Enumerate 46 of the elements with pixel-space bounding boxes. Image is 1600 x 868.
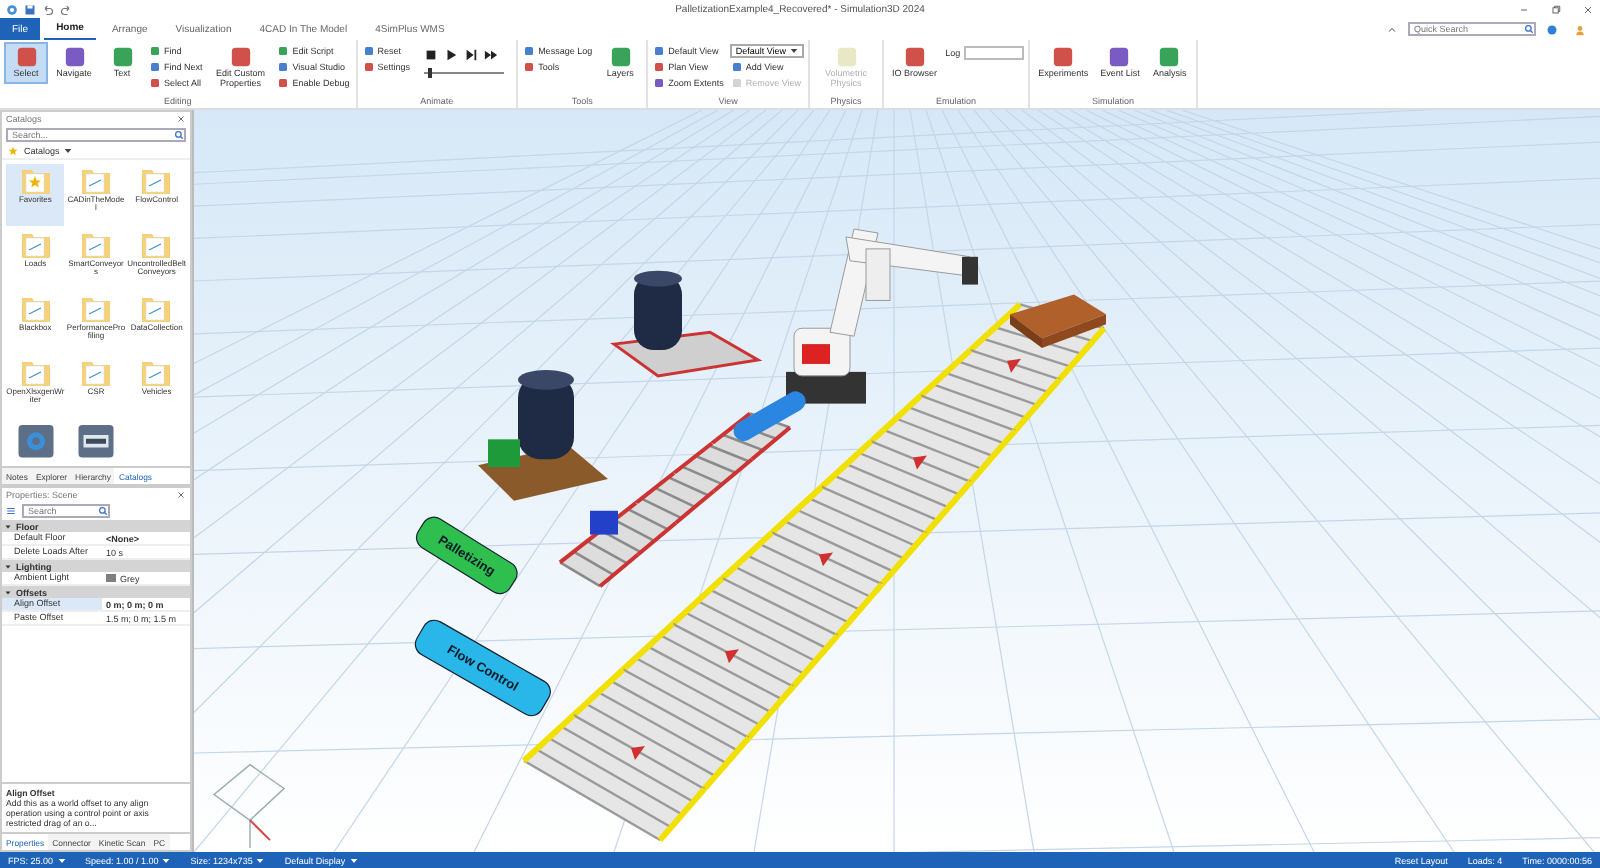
restore-icon[interactable] (1550, 3, 1562, 15)
fast-forward-icon[interactable] (484, 48, 499, 62)
caret-icon (790, 48, 799, 54)
device-box-icon (75, 420, 116, 460)
search-icon (98, 506, 108, 516)
step-icon[interactable] (464, 48, 479, 62)
folder-icon (140, 164, 173, 196)
caret-icon (162, 857, 171, 863)
search-icon (1524, 24, 1534, 34)
conveyor-section-drawing[interactable] (558, 531, 640, 588)
close-icon[interactable] (176, 490, 186, 500)
folder-icon (79, 292, 112, 324)
folder-icon (19, 164, 52, 196)
folder-icon (79, 356, 112, 388)
stop-icon[interactable] (424, 48, 439, 62)
folder-icon (19, 228, 52, 260)
caret-icon (349, 857, 358, 863)
collapse-ribbon-icon[interactable] (1386, 23, 1398, 35)
folder-icon (140, 228, 173, 260)
slider-thumb[interactable] (427, 68, 432, 78)
caret-icon (57, 857, 66, 863)
robot-arm-drawing[interactable] (786, 228, 978, 404)
pallet-stack-drawing[interactable] (1010, 294, 1106, 349)
folder-icon (140, 292, 173, 324)
star-icon[interactable] (8, 146, 18, 156)
palletizing-drum-drawing[interactable] (478, 369, 608, 501)
folder-icon (19, 292, 52, 324)
play-icon[interactable] (444, 48, 459, 62)
caret-icon (63, 148, 72, 154)
undo-icon[interactable] (42, 3, 54, 15)
close-icon[interactable] (176, 114, 186, 124)
folder-icon (79, 164, 112, 196)
folder-icon (19, 356, 52, 388)
folder-icon (140, 356, 173, 388)
help-icon[interactable] (1546, 23, 1558, 35)
gear-box-icon (15, 420, 56, 460)
pallet-station-drawing[interactable] (610, 270, 763, 378)
list-icon[interactable] (6, 506, 16, 516)
redo-icon[interactable] (60, 3, 72, 15)
box-drawing[interactable] (590, 510, 618, 535)
folder-icon (79, 228, 112, 260)
close-icon[interactable] (1582, 3, 1594, 15)
save-icon[interactable] (24, 3, 36, 15)
log-field[interactable] (964, 46, 1025, 60)
search-icon (174, 130, 184, 140)
caret-icon (256, 857, 265, 863)
